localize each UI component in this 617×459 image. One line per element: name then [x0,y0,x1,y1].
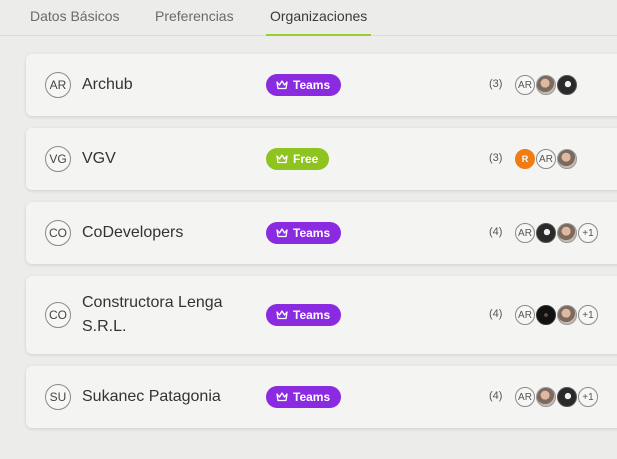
member-count: (3) [489,152,503,164]
member-avatar-photo [557,387,577,407]
member-avatar-photo [557,223,577,243]
tab-label: Datos Básicos [30,8,120,24]
plan-badge: Teams [266,74,342,96]
tab-organizaciones[interactable]: Organizaciones [266,8,372,36]
crown-icon [276,310,288,320]
member-avatar-photo [536,75,556,95]
member-avatar: AR [515,387,535,407]
tab-label: Organizaciones [270,8,368,24]
org-name: Constructora Lenga S.R.L. [82,294,223,335]
member-avatar: R [515,149,535,169]
plan-label: Teams [293,78,331,92]
plan-badge: Teams [266,222,342,244]
more-members-indicator: +1 [578,305,598,325]
org-avatar: CO [45,302,71,328]
plan-label: Teams [293,390,331,404]
member-avatars: AR [515,75,578,95]
org-avatar: SU [45,384,71,410]
crown-icon [276,80,288,90]
org-avatar: VG [45,146,71,172]
active-tab-indicator [266,34,372,36]
member-count: (4) [489,226,503,238]
plan-badge: Free [266,148,330,170]
member-avatar-photo [557,149,577,169]
member-avatar: AR [515,75,535,95]
member-avatar: AR [515,305,535,325]
member-count: (4) [489,390,503,402]
plan-label: Teams [293,308,331,322]
plan-label: Teams [293,226,331,240]
org-avatar: CO [45,220,71,246]
member-avatar-photo [536,387,556,407]
org-card-constructora-lenga[interactable]: CO Constructora Lenga S.R.L. Teams (4) A… [26,276,617,354]
more-members-indicator: +1 [578,223,598,243]
org-card-vgv[interactable]: VG VGV Free (3) R AR [26,128,617,190]
member-avatars: AR +1 [515,387,599,407]
member-avatar-photo [557,305,577,325]
org-avatar: AR [45,72,71,98]
member-avatar: AR [536,149,556,169]
org-card-codevelopers[interactable]: CO CoDevelopers Teams (4) AR +1 [26,202,617,264]
tab-bar: Datos Básicos Preferencias Organizacione… [0,0,617,36]
crown-icon [276,228,288,238]
org-name: Sukanec Patagonia [82,388,221,405]
tab-datos-basicos[interactable]: Datos Básicos [30,8,119,36]
member-avatars: AR +1 [515,223,599,243]
org-name: Archub [82,76,133,93]
crown-icon [276,392,288,402]
member-avatar: AR [515,223,535,243]
crown-icon [276,154,288,164]
org-card-archub[interactable]: AR Archub Teams (3) AR [26,54,617,116]
member-avatar-photo [536,305,556,325]
org-name: VGV [82,150,116,167]
more-members-indicator: +1 [578,387,598,407]
member-count: (3) [489,78,503,90]
plan-label: Free [293,152,319,166]
member-avatar-photo [557,75,577,95]
member-avatar-photo [536,223,556,243]
member-avatars: AR +1 [515,305,599,325]
tab-preferencias[interactable]: Preferencias [155,8,234,36]
plan-badge: Teams [266,304,342,326]
plan-badge: Teams [266,386,342,408]
org-card-sukanec-patagonia[interactable]: SU Sukanec Patagonia Teams (4) AR +1 [26,366,617,428]
member-avatars: R AR [515,149,578,169]
member-count: (4) [489,308,503,320]
org-name: CoDevelopers [82,224,184,241]
tab-label: Preferencias [155,8,234,24]
